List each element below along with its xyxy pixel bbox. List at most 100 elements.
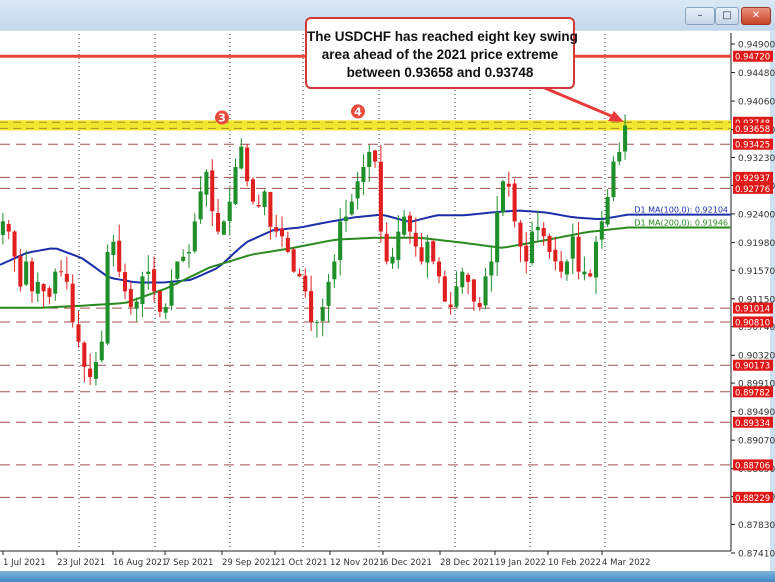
annotation-line: area ahead of the 2021 price extreme xyxy=(321,47,559,62)
candle-body xyxy=(576,236,581,272)
candle-body xyxy=(64,273,69,282)
price-tag-label: 0.92776 xyxy=(735,185,770,195)
candle-body xyxy=(355,181,360,199)
candle-body xyxy=(210,170,215,212)
candle-body xyxy=(239,146,244,169)
candle-body xyxy=(175,261,180,279)
candle-body xyxy=(221,221,226,235)
annotation-line: between 0.93658 and 0.93748 xyxy=(346,65,534,80)
candle-body xyxy=(518,222,523,247)
candle-body xyxy=(41,284,46,292)
candle-body xyxy=(349,201,354,215)
candle-body xyxy=(256,205,261,207)
price-tag-label: 0.93425 xyxy=(735,141,770,151)
candle-body xyxy=(378,161,383,232)
candle-body xyxy=(146,271,151,274)
candle-body xyxy=(111,241,116,256)
y-tick-label: 0.87830 xyxy=(738,521,775,531)
candle-body xyxy=(24,261,29,285)
candle-body xyxy=(82,342,87,367)
price-tag-label: 0.89782 xyxy=(735,388,770,398)
candle-body xyxy=(99,341,104,361)
candle-body xyxy=(547,235,552,252)
moving-average-label: D1 MA(200,0): 0.91946 xyxy=(634,218,728,227)
candle-body xyxy=(593,241,599,278)
candle-body xyxy=(530,231,535,263)
y-tick-label: 0.94900 xyxy=(738,41,775,51)
candle-body xyxy=(361,167,366,183)
candle-body xyxy=(448,304,453,307)
candle-body xyxy=(338,221,343,261)
price-tag-label: 0.92937 xyxy=(735,174,770,184)
candle-body xyxy=(419,247,424,262)
candle-body xyxy=(134,301,139,309)
candle-body xyxy=(59,271,64,273)
candle-body xyxy=(140,276,145,305)
candle-body xyxy=(268,192,273,227)
y-tick-label: 0.87410 xyxy=(738,550,775,560)
candle-body xyxy=(274,227,279,232)
y-tick-label: 0.91570 xyxy=(738,267,775,277)
candle-body xyxy=(320,306,325,321)
x-tick-label: 28 Dec 2021 xyxy=(440,558,494,568)
candle-body xyxy=(367,152,372,167)
price-tag-label: 0.91014 xyxy=(735,305,770,315)
y-tick-label: 0.94060 xyxy=(738,98,775,108)
price-tag-label: 0.94720 xyxy=(735,53,770,63)
candle-body xyxy=(570,236,575,259)
candle-body xyxy=(425,241,430,263)
candle-body xyxy=(198,191,203,220)
candle-body xyxy=(477,303,482,307)
price-tag-label: 0.93658 xyxy=(735,125,770,135)
candle-body xyxy=(611,161,616,198)
x-tick-label: 19 Jan 2022 xyxy=(495,558,546,568)
moving-average-label: D1 MA(100,0): 0.92104 xyxy=(634,206,728,215)
candle-body xyxy=(582,271,587,275)
y-tick-label: 0.94480 xyxy=(738,69,775,79)
candle-body xyxy=(466,274,471,282)
candle-body xyxy=(483,276,488,306)
candle-body xyxy=(117,240,122,272)
candle-body xyxy=(407,215,412,232)
candle-body xyxy=(0,221,5,235)
candle-body xyxy=(192,221,197,252)
candle-body xyxy=(12,231,17,257)
candle-body xyxy=(262,191,267,208)
candle-body xyxy=(181,256,186,261)
x-tick-label: 10 Feb 2022 xyxy=(548,558,601,568)
candle-body xyxy=(18,256,23,287)
candle-body xyxy=(436,261,442,277)
candle-body xyxy=(512,183,517,222)
candle-body xyxy=(285,237,290,252)
annotation-box: The USDCHF has reached eight key swing a… xyxy=(305,17,578,89)
x-tick-label: 23 Jul 2021 xyxy=(57,558,105,568)
candle-body xyxy=(588,273,593,277)
candle-body xyxy=(88,368,93,377)
candle-body xyxy=(169,281,174,306)
candle-body xyxy=(343,216,349,222)
candle-body xyxy=(250,179,255,202)
candle-body xyxy=(489,261,494,276)
candle-body xyxy=(431,241,436,262)
candle-body xyxy=(47,288,52,297)
price-tag-label: 0.90810 xyxy=(735,318,770,328)
candle-body xyxy=(373,150,378,162)
price-tag-label: 0.90173 xyxy=(735,362,770,372)
candle-body xyxy=(559,261,564,272)
candle-body xyxy=(623,125,628,152)
candle-body xyxy=(384,233,389,262)
candle-body xyxy=(599,221,604,240)
candle-body xyxy=(326,281,331,306)
x-tick-label: 1 Jul 2021 xyxy=(3,558,46,568)
candle-body xyxy=(442,276,447,302)
candle-body xyxy=(413,232,418,247)
annotation-line: The USDCHF has reached eight key swing xyxy=(307,29,578,44)
candle-body xyxy=(303,275,308,292)
candle-body xyxy=(454,286,459,307)
price-tag-label: 0.89334 xyxy=(735,419,770,429)
candle-body xyxy=(605,196,610,225)
candle-body xyxy=(332,261,337,280)
x-tick-label: 4 Mar 2022 xyxy=(602,558,650,568)
candle-body xyxy=(460,271,465,288)
candle-body xyxy=(390,256,395,264)
